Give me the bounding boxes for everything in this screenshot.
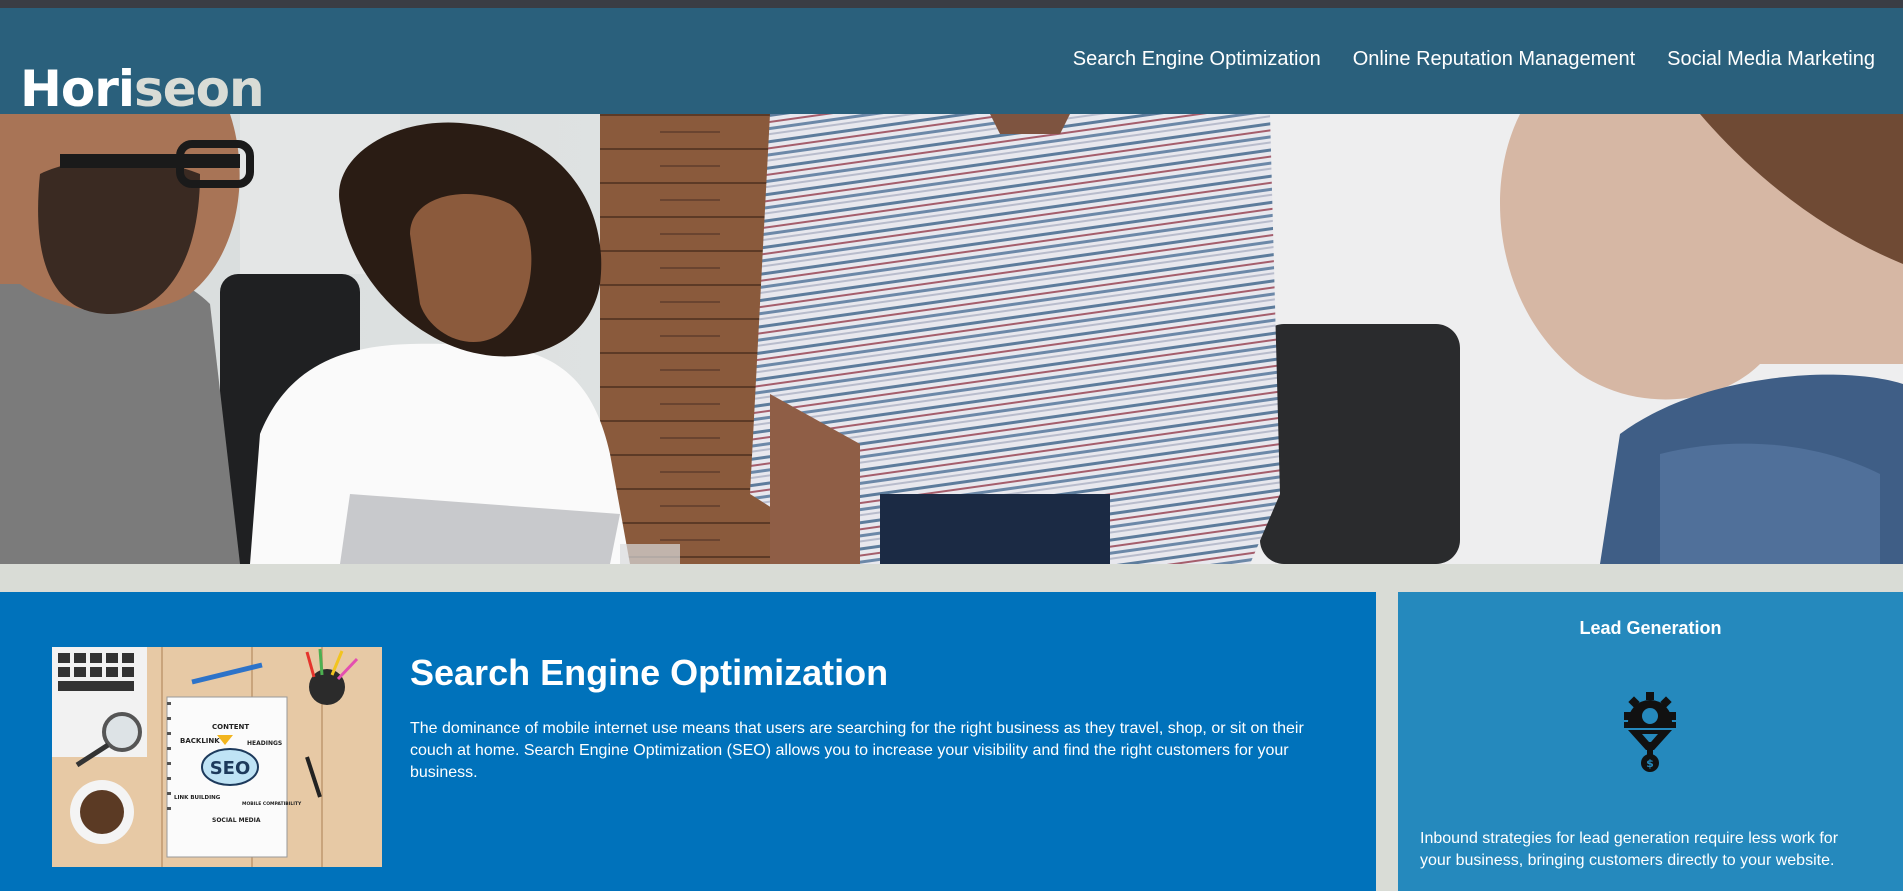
site-header: Horiseon Search Engine Optimization Onli… bbox=[0, 8, 1903, 114]
lead-generation-description: Inbound strategies for lead generation r… bbox=[1420, 830, 1839, 869]
hero-photo-image bbox=[0, 114, 1903, 564]
nav-link-seo[interactable]: Search Engine Optimization bbox=[1073, 48, 1321, 71]
top-strip bbox=[0, 0, 1903, 8]
seo-image-word: SOCIAL MEDIA bbox=[212, 817, 261, 824]
seo-image-word: BACKLINK bbox=[180, 737, 220, 745]
logo-text-part2: seon bbox=[134, 59, 265, 118]
lead-generation-icon: $ bbox=[1624, 692, 1676, 772]
seo-description: The dominance of mobile internet use mea… bbox=[410, 720, 1304, 781]
lead-generation-title: Lead Generation bbox=[1579, 618, 1722, 638]
seo-image-word: SEO bbox=[210, 758, 251, 779]
nav-link-reputation[interactable]: Online Reputation Management bbox=[1353, 48, 1635, 71]
seo-image-word: MOBILE COMPATIBILITY bbox=[242, 801, 302, 807]
seo-image-word: HEADINGS bbox=[247, 740, 282, 747]
seo-notebook-image: SEO CONTENT BACKLINK HEADINGS LINK BUILD… bbox=[52, 647, 382, 867]
hero-photo bbox=[0, 114, 1903, 564]
svg-text:$: $ bbox=[1646, 757, 1654, 770]
seo-image-word: CONTENT bbox=[212, 723, 249, 731]
seo-title: Search Engine Optimization bbox=[410, 652, 889, 693]
logo-text-part1: Hori bbox=[20, 59, 135, 118]
nav-link-social-media[interactable]: Social Media Marketing bbox=[1667, 48, 1875, 71]
seo-section: SEO CONTENT BACKLINK HEADINGS LINK BUILD… bbox=[0, 592, 1376, 891]
main-nav: Search Engine Optimization Online Reputa… bbox=[1073, 48, 1875, 71]
site-logo[interactable]: Horiseon bbox=[20, 64, 265, 114]
seo-image-word: LINK BUILDING bbox=[174, 795, 221, 801]
lead-generation-card: Lead Generation $ Inbound strategies for… bbox=[1398, 592, 1903, 891]
